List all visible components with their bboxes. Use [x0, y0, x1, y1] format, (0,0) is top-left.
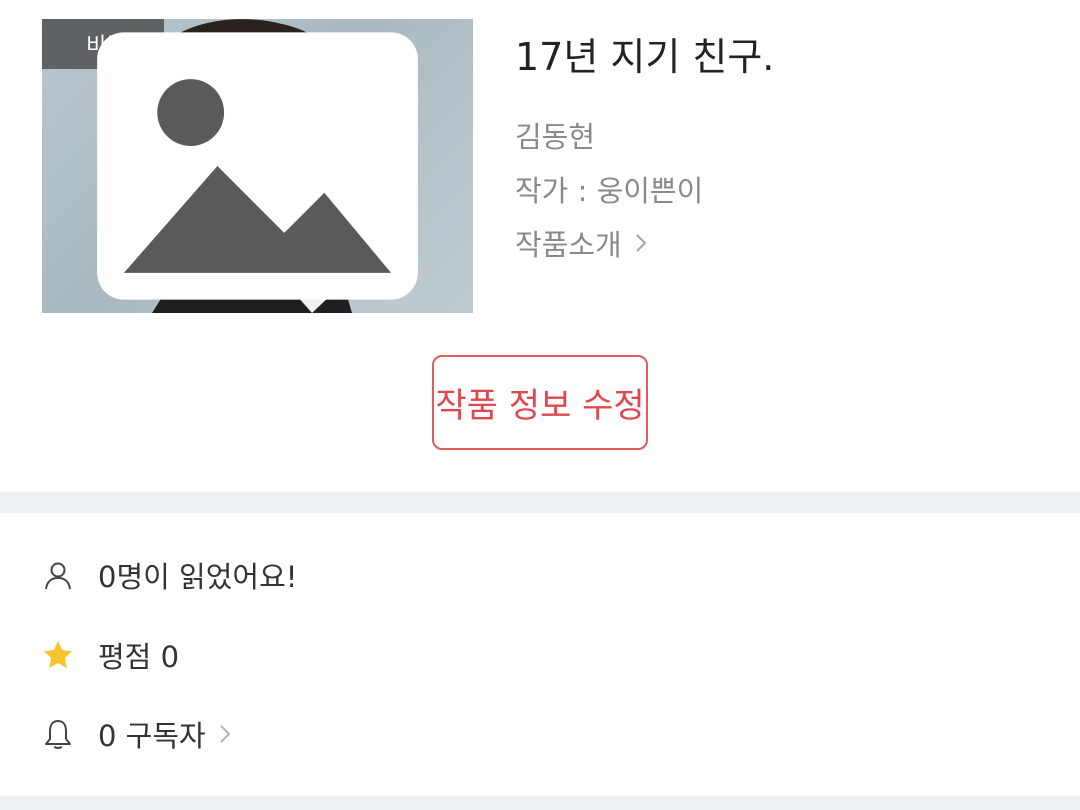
person-icon: [42, 559, 74, 591]
subscribers-count: 0 구독자: [98, 719, 206, 753]
author-name: 김동현: [515, 120, 596, 154]
subscribers-stat[interactable]: 0 구독자: [42, 714, 232, 754]
visual-badge: 비주얼: [42, 19, 418, 300]
chevron-right-icon: [220, 725, 231, 743]
intro-link-label: 작품소개: [515, 228, 622, 262]
section-divider: [0, 492, 1080, 513]
rating-stat: 평점 0: [42, 635, 179, 675]
writer-name: 작가 : 웅이쁜이: [515, 174, 704, 208]
intro-link[interactable]: 작품소개: [515, 222, 648, 264]
edit-work-info-button[interactable]: 작품 정보 수정: [432, 355, 648, 450]
readers-count: 0명이 읽었어요!: [98, 560, 298, 594]
rating-value: 평점 0: [98, 640, 180, 674]
star-icon: [42, 639, 74, 671]
bell-icon: [42, 718, 74, 750]
image-icon: [54, 32, 418, 300]
chevron-right-icon: [636, 234, 647, 252]
work-title: 17년 지기 친구.: [515, 35, 775, 79]
cover-image[interactable]: 비주얼: [42, 19, 473, 313]
section-divider: [0, 796, 1080, 810]
readers-stat: 0명이 읽었어요!: [42, 555, 297, 595]
